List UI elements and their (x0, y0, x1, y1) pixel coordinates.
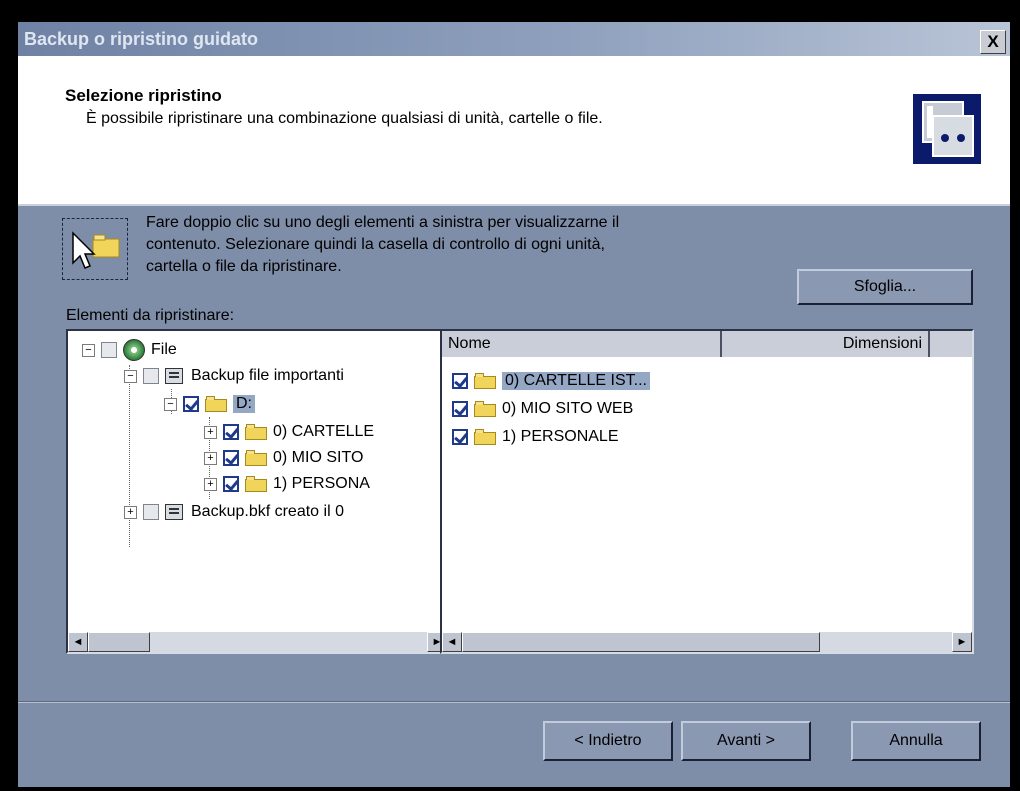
close-button[interactable]: X (980, 30, 1006, 54)
page-title: Selezione ripristino (65, 86, 222, 105)
list-header: Nome Dimensioni (442, 331, 972, 357)
scrollbar-thumb[interactable] (88, 632, 150, 652)
checkbox-checked[interactable] (452, 429, 468, 445)
wizard-body: Fare doppio clic su uno degli elementi a… (18, 206, 1010, 787)
list-item-label: 1) PERSONALE (502, 428, 619, 445)
list-item[interactable]: 0) CARTELLE IST... (452, 367, 650, 395)
checkbox-checked[interactable] (183, 396, 199, 412)
collapse-icon[interactable]: − (124, 369, 137, 383)
folder-icon (245, 450, 267, 466)
list-item[interactable]: 1) PERSONALE (452, 423, 618, 451)
next-button[interactable]: Avanti > (681, 721, 811, 761)
tree-item-label: D: (233, 395, 255, 413)
window-title: Backup o ripristino guidato (24, 29, 259, 49)
folder-icon (245, 476, 267, 492)
restore-tree-view[interactable]: − File − Backup file importanti − D: + 0… (66, 329, 449, 654)
checkbox[interactable] (143, 368, 159, 384)
tree-item-label: File (151, 341, 177, 358)
collapse-icon[interactable]: − (164, 397, 177, 411)
tree-item-folder-cartelle[interactable]: + 0) CARTELLE (204, 419, 374, 445)
cancel-button[interactable]: Annulla (851, 721, 981, 761)
tree-item-label: Backup.bkf creato il 0 (191, 503, 344, 520)
page-subtitle: È possibile ripristinare una combinazion… (86, 110, 603, 127)
checkbox-checked[interactable] (223, 424, 239, 440)
expand-icon[interactable]: + (124, 505, 137, 519)
tree-item-folder-mio-sito[interactable]: + 0) MIO SITO (204, 445, 363, 471)
folder-icon (474, 401, 496, 417)
folder-open-icon (205, 396, 227, 412)
tree-item-label: Backup file importanti (191, 367, 344, 384)
backup-media-icon (165, 368, 183, 384)
tree-item-file[interactable]: − File (82, 337, 177, 363)
checkbox-checked[interactable] (452, 373, 468, 389)
tree-item-backup-important[interactable]: − Backup file importanti (124, 363, 344, 389)
instructions-line-2: contenuto. Selezionare quindi la casella… (146, 236, 605, 253)
list-item[interactable]: 0) MIO SITO WEB (452, 395, 633, 423)
column-header-name[interactable]: Nome (442, 331, 722, 357)
cd-icon (123, 339, 145, 361)
folder-icon (474, 373, 496, 389)
tree-item-label: 1) PERSONA (273, 475, 370, 492)
browse-button[interactable]: Sfoglia... (797, 269, 973, 305)
wizard-window: Backup o ripristino guidato X Selezione … (18, 22, 1010, 787)
folder-select-icon (62, 218, 128, 280)
footer-divider (18, 701, 1010, 703)
list-item-label: 0) CARTELLE IST... (502, 372, 650, 390)
expand-icon[interactable]: + (204, 425, 217, 439)
checkbox-checked[interactable] (223, 476, 239, 492)
scroll-right-icon[interactable]: ► (952, 632, 972, 652)
title-bar: Backup o ripristino guidato X (18, 22, 1010, 56)
scroll-left-icon[interactable]: ◄ (442, 632, 462, 652)
instructions-line-1: Fare doppio clic su uno degli elementi a… (146, 214, 620, 231)
back-button[interactable]: < Indietro (543, 721, 673, 761)
list-horizontal-scrollbar[interactable]: ◄ ► (442, 632, 972, 652)
checkbox-checked[interactable] (223, 450, 239, 466)
scrollbar-thumb[interactable] (462, 632, 820, 652)
list-item-label: 0) MIO SITO WEB (502, 400, 634, 417)
restore-list-view[interactable]: Nome Dimensioni 0) CARTELLE IST... 0) MI… (440, 329, 974, 654)
backup-media-icon (165, 504, 183, 520)
wizard-header: Selezione ripristino È possibile riprist… (18, 56, 1010, 206)
checkbox-checked[interactable] (452, 401, 468, 417)
tree-item-folder-personale[interactable]: + 1) PERSONA (204, 471, 370, 497)
collapse-icon[interactable]: − (82, 343, 95, 357)
expand-icon[interactable]: + (204, 451, 217, 465)
instructions-line-3: cartella o file da ripristinare. (146, 258, 342, 275)
checkbox[interactable] (143, 504, 159, 520)
folder-icon (245, 424, 267, 440)
backup-tape-icon (913, 94, 981, 164)
instructions-text: Fare doppio clic su uno degli elementi a… (146, 212, 806, 278)
items-to-restore-label: Elementi da ripristinare: (66, 307, 235, 324)
scroll-left-icon[interactable]: ◄ (68, 632, 88, 652)
tree-item-drive-d[interactable]: − D: (164, 391, 255, 417)
tree-horizontal-scrollbar[interactable]: ◄ ► (68, 632, 447, 652)
column-header-size[interactable]: Dimensioni (722, 331, 930, 357)
folder-icon (474, 429, 496, 445)
tree-item-label: 0) MIO SITO (273, 449, 364, 466)
tree-item-label: 0) CARTELLE (273, 423, 375, 440)
tree-item-backup-bkf[interactable]: + Backup.bkf creato il 0 (124, 499, 344, 525)
expand-icon[interactable]: + (204, 477, 217, 491)
checkbox[interactable] (101, 342, 117, 358)
